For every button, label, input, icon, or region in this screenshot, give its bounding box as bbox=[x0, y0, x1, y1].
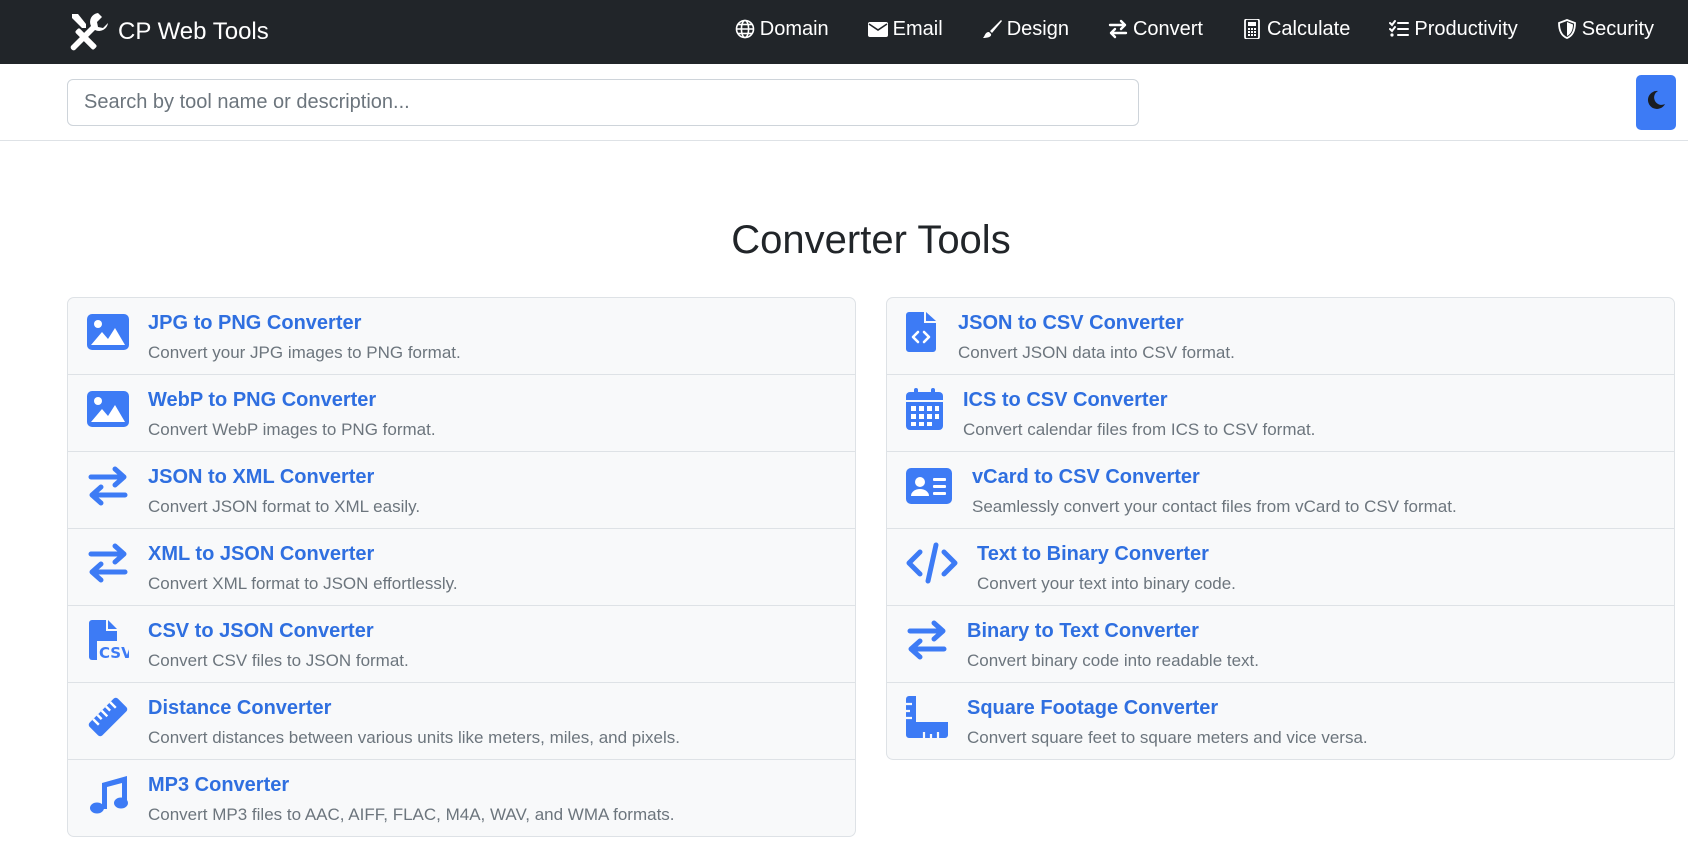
nav-calculate-label: Calculate bbox=[1266, 17, 1351, 40]
music-icon bbox=[87, 773, 129, 815]
nav-convert[interactable]: Convert bbox=[1108, 18, 1203, 41]
arrows-exchange-icon bbox=[87, 465, 129, 507]
tool-list-left: JPG to PNG Converter Convert your JPG im… bbox=[67, 297, 856, 837]
file-csv-icon: CSV bbox=[87, 619, 129, 661]
tool-title[interactable]: WebP to PNG Converter bbox=[148, 389, 376, 412]
tool-item-json-to-xml[interactable]: JSON to XML Converter Convert JSON forma… bbox=[68, 452, 855, 529]
nav-design-label: Design bbox=[1006, 17, 1069, 40]
tool-description: Convert CSV files to JSON format. bbox=[148, 651, 409, 670]
nav-security[interactable]: Security bbox=[1557, 18, 1654, 41]
ruler-combined-icon bbox=[906, 696, 948, 738]
arrows-exchange-icon bbox=[906, 619, 948, 661]
tool-item-csv-to-json[interactable]: CSV CSV to JSON Converter Convert CSV fi… bbox=[68, 606, 855, 683]
address-card-icon bbox=[906, 465, 952, 507]
nav-domain[interactable]: Domain bbox=[735, 18, 829, 41]
tool-description: Convert JSON data into CSV format. bbox=[958, 343, 1235, 362]
search-input[interactable] bbox=[67, 79, 1139, 126]
tool-title[interactable]: JSON to CSV Converter bbox=[958, 312, 1184, 335]
tool-item-webp-to-png[interactable]: WebP to PNG Converter Convert WebP image… bbox=[68, 375, 855, 452]
search-bar bbox=[0, 64, 1688, 141]
tool-description: Seamlessly convert your contact files fr… bbox=[972, 497, 1457, 516]
tool-item-ics-to-csv[interactable]: ICS to CSV Converter Convert calendar fi… bbox=[887, 375, 1674, 452]
nav-email-label: Email bbox=[892, 17, 943, 40]
page-title: Converter Tools bbox=[731, 218, 1011, 262]
envelope-icon bbox=[867, 19, 888, 39]
tool-item-jpg-to-png[interactable]: JPG to PNG Converter Convert your JPG im… bbox=[68, 298, 855, 375]
arrows-exchange-icon bbox=[1108, 19, 1128, 39]
tool-description: Convert JSON format to XML easily. bbox=[148, 497, 421, 516]
tool-title[interactable]: Text to Binary Converter bbox=[977, 543, 1209, 566]
tools-icon bbox=[66, 10, 110, 54]
tool-title[interactable]: Square Footage Converter bbox=[967, 697, 1218, 720]
calendar-icon bbox=[906, 388, 943, 430]
tool-title[interactable]: JSON to XML Converter bbox=[148, 466, 374, 489]
tool-item-mp3[interactable]: MP3 Converter Convert MP3 files to AAC, … bbox=[68, 760, 855, 836]
shield-icon bbox=[1557, 19, 1577, 39]
file-code-icon bbox=[906, 311, 936, 353]
tool-title[interactable]: Binary to Text Converter bbox=[967, 620, 1199, 643]
tool-item-xml-to-json[interactable]: XML to JSON Converter Convert XML format… bbox=[68, 529, 855, 606]
brand-title: CP Web Tools bbox=[118, 18, 269, 45]
image-icon bbox=[87, 311, 129, 353]
main-nav: Domain Email Design Convert Calculate Pr… bbox=[696, 0, 1654, 58]
tool-title[interactable]: MP3 Converter bbox=[148, 774, 289, 797]
tool-item-vcard-to-csv[interactable]: vCard to CSV Converter Seamlessly conver… bbox=[887, 452, 1674, 529]
tool-description: Convert your text into binary code. bbox=[977, 574, 1236, 593]
tool-description: Convert distances between various units … bbox=[148, 728, 680, 747]
tool-list-right: JSON to CSV Converter Convert JSON data … bbox=[886, 297, 1675, 760]
nav-design[interactable]: Design bbox=[982, 18, 1069, 41]
globe-icon bbox=[735, 19, 755, 39]
ruler-icon bbox=[87, 696, 129, 738]
tool-item-square-footage[interactable]: Square Footage Converter Convert square … bbox=[887, 683, 1674, 759]
moon-icon bbox=[1646, 90, 1666, 115]
tool-description: Convert calendar files from ICS to CSV f… bbox=[963, 420, 1316, 439]
tool-description: Convert your JPG images to PNG format. bbox=[148, 343, 461, 362]
nav-productivity[interactable]: Productivity bbox=[1389, 17, 1518, 41]
tool-title[interactable]: XML to JSON Converter bbox=[148, 543, 374, 566]
svg-text:CSV: CSV bbox=[99, 644, 129, 661]
brand-link[interactable]: CP Web Tools bbox=[66, 8, 269, 56]
tool-description: Convert WebP images to PNG format. bbox=[148, 420, 436, 439]
checklist-icon bbox=[1389, 19, 1410, 39]
nav-calculate[interactable]: Calculate bbox=[1242, 18, 1350, 41]
tool-item-json-to-csv[interactable]: JSON to CSV Converter Convert JSON data … bbox=[887, 298, 1674, 375]
tool-title[interactable]: Distance Converter bbox=[148, 697, 331, 720]
tool-title[interactable]: CSV to JSON Converter bbox=[148, 620, 374, 643]
nav-security-label: Security bbox=[1581, 17, 1654, 40]
calculator-icon bbox=[1242, 19, 1262, 39]
top-navbar: CP Web Tools Domain Email Design Convert bbox=[0, 0, 1688, 64]
tool-description: Convert binary code into readable text. bbox=[967, 651, 1260, 670]
tool-item-binary-to-text[interactable]: Binary to Text Converter Convert binary … bbox=[887, 606, 1674, 683]
arrows-exchange-icon bbox=[87, 542, 129, 584]
nav-email[interactable]: Email bbox=[867, 17, 943, 41]
tool-description: Convert square feet to square meters and… bbox=[967, 728, 1368, 747]
image-icon bbox=[87, 388, 129, 430]
tool-item-distance[interactable]: Distance Converter Convert distances bet… bbox=[68, 683, 855, 760]
tool-description: Convert MP3 files to AAC, AIFF, FLAC, M4… bbox=[148, 805, 675, 824]
brush-icon bbox=[982, 19, 1002, 39]
code-icon bbox=[906, 542, 958, 584]
tool-title[interactable]: JPG to PNG Converter bbox=[148, 312, 361, 335]
nav-convert-label: Convert bbox=[1132, 17, 1203, 40]
tool-title[interactable]: ICS to CSV Converter bbox=[963, 389, 1167, 412]
tool-description: Convert XML format to JSON effortlessly. bbox=[148, 574, 458, 593]
nav-domain-label: Domain bbox=[759, 17, 829, 40]
tool-item-text-to-binary[interactable]: Text to Binary Converter Convert your te… bbox=[887, 529, 1674, 606]
theme-toggle-button[interactable] bbox=[1636, 75, 1676, 130]
tool-title[interactable]: vCard to CSV Converter bbox=[972, 466, 1200, 489]
nav-productivity-label: Productivity bbox=[1414, 17, 1518, 40]
